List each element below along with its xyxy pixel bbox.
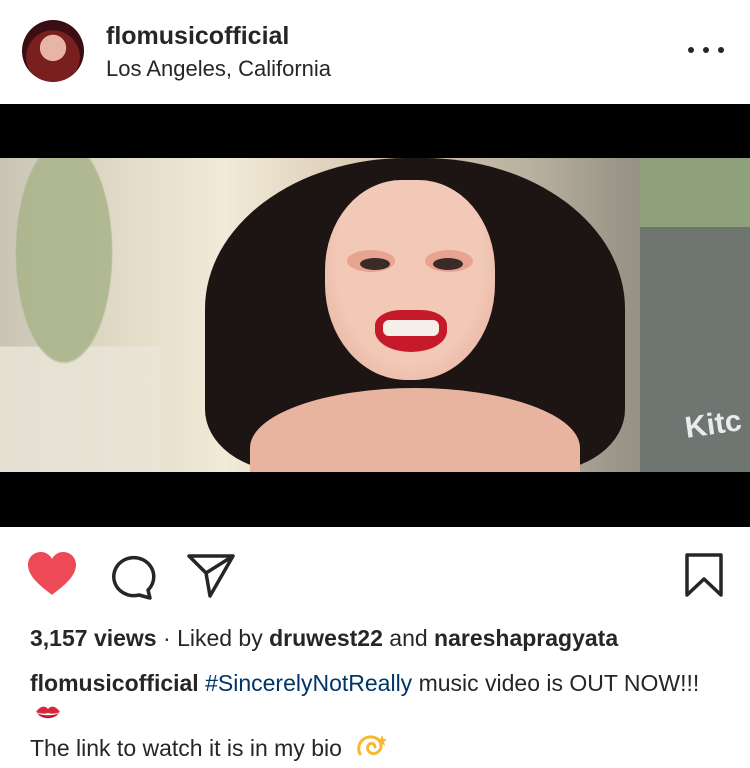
post-video[interactable]: Kitc	[0, 104, 750, 527]
post-header: flomusicofficial Los Angeles, California	[0, 0, 750, 104]
eye	[360, 258, 390, 270]
background-tree	[0, 158, 160, 472]
liked-by-prefix: Liked by	[177, 625, 270, 651]
post-location[interactable]: Los Angeles, California	[106, 56, 331, 82]
liker-username-2[interactable]: nareshapragyata	[434, 625, 618, 651]
view-count[interactable]: 3,157 views	[30, 625, 157, 651]
heart-icon[interactable]	[26, 551, 78, 597]
liker-username-1[interactable]: druwest22	[269, 625, 383, 651]
bookmark-icon[interactable]	[684, 552, 724, 598]
background-storefront: Kitc	[640, 158, 750, 472]
smile	[375, 310, 447, 352]
teeth	[383, 320, 439, 336]
post-username[interactable]: flomusicofficial	[106, 22, 289, 51]
caption-text-2: The link to watch it is in my bio	[30, 735, 342, 761]
and-text: and	[382, 625, 435, 651]
separator: ·	[156, 625, 178, 651]
person-face	[325, 180, 495, 380]
dot	[688, 47, 694, 53]
kiss-emoji-icon	[34, 701, 62, 723]
caption-line-2: The link to watch it is in my bio	[30, 732, 388, 762]
dot	[718, 47, 724, 53]
comment-icon[interactable]	[108, 554, 156, 600]
caption-username[interactable]: flomusicofficial	[30, 670, 199, 696]
caption-hashtag[interactable]: #SincerelyNotReally	[205, 670, 412, 696]
action-bar	[0, 527, 750, 617]
avatar[interactable]	[22, 20, 84, 82]
post-caption: flomusicofficial #SincerelyNotReally mus…	[30, 668, 730, 728]
caption-text: music video is OUT NOW!!!	[412, 670, 700, 696]
dizzy-emoji-icon	[354, 732, 388, 762]
share-icon[interactable]	[186, 553, 236, 599]
more-options-icon[interactable]	[688, 38, 724, 62]
dot	[703, 47, 709, 53]
engagement-summary: 3,157 views · Liked by druwest22 and nar…	[30, 625, 618, 652]
eye	[433, 258, 463, 270]
video-frame: Kitc	[0, 158, 750, 472]
storefront-sign-text: Kitc	[683, 404, 744, 445]
